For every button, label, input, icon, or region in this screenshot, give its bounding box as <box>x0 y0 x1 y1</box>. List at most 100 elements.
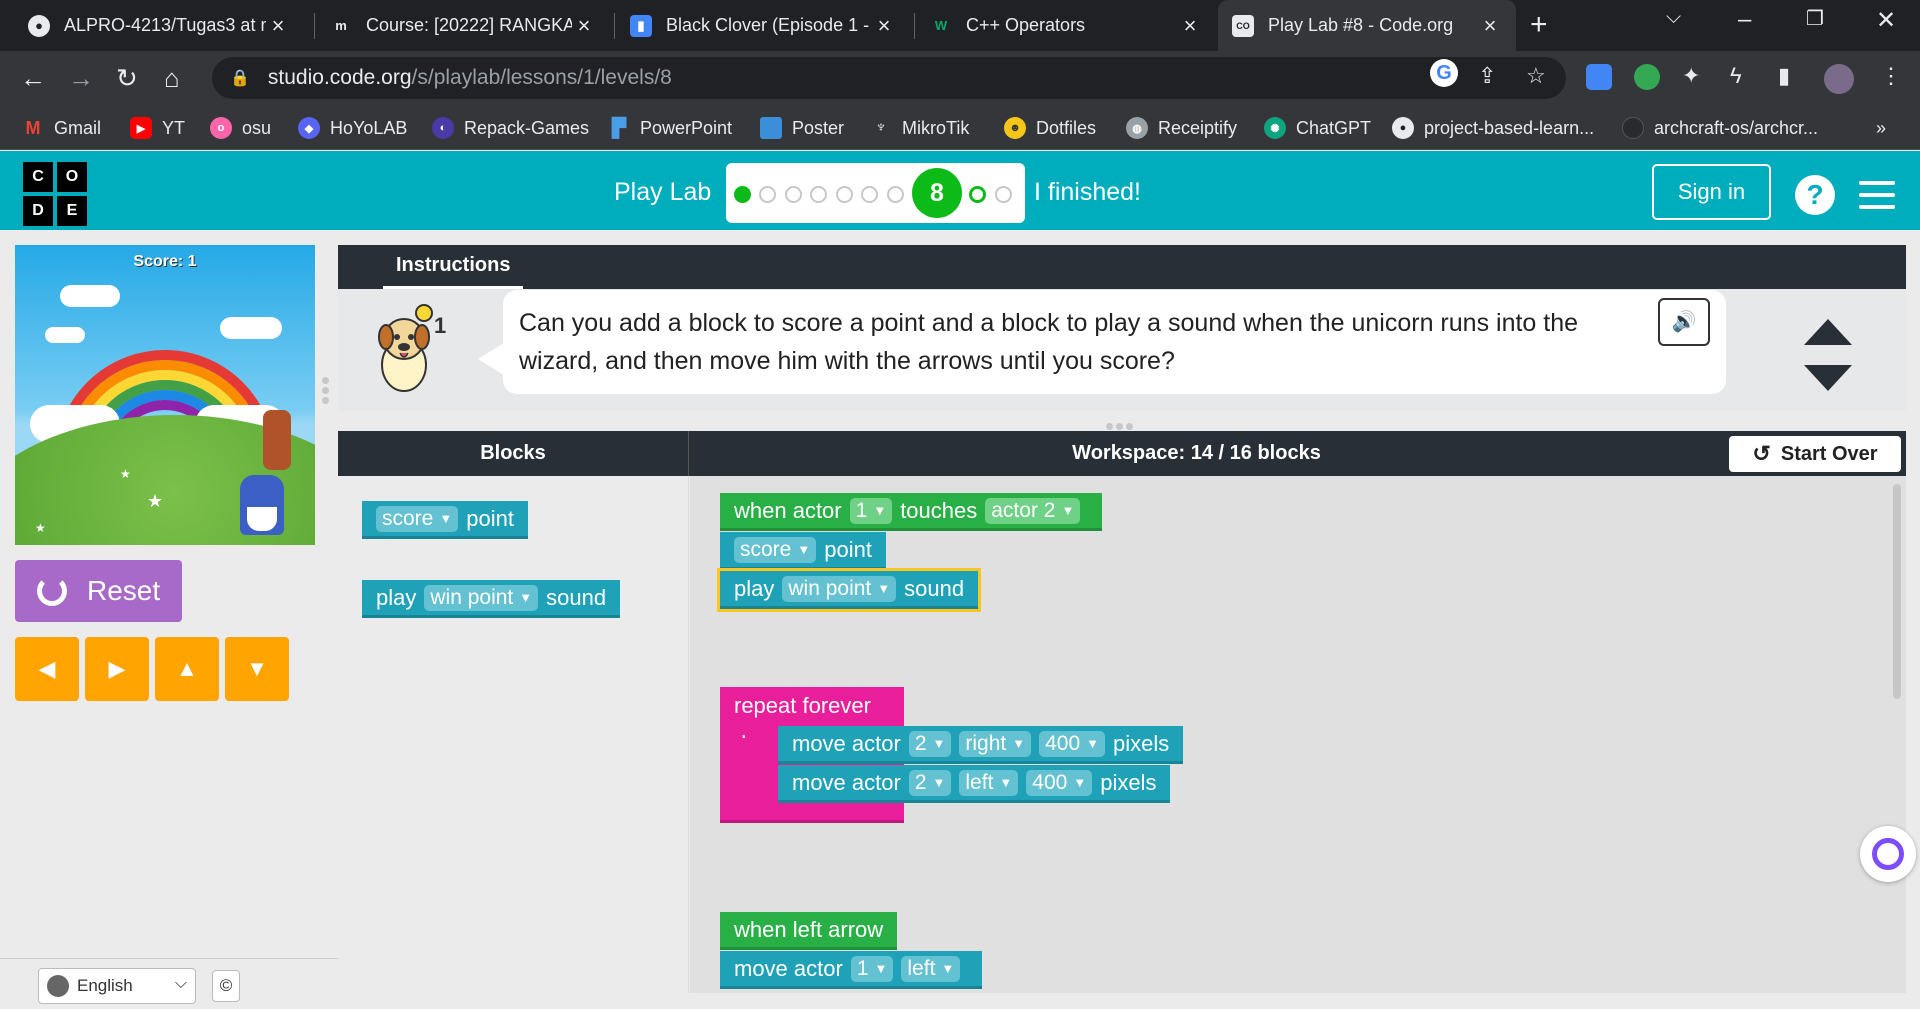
level-dot-6[interactable] <box>861 186 878 203</box>
menu-kebab-icon[interactable]: ⋮ <box>1880 63 1902 89</box>
down-arrow-button[interactable]: ▼ <box>225 637 289 701</box>
puzzle-icon[interactable]: ✦ <box>1682 63 1700 89</box>
bookmark-receiptify[interactable]: ◍ Receiptify <box>1126 114 1237 142</box>
level-dot-9[interactable] <box>969 186 986 203</box>
forward-icon[interactable]: → <box>68 63 94 94</box>
browser-tab[interactable]: W C++ Operators × <box>916 0 1216 51</box>
bookmark-project-based-learning[interactable]: ● project-based-learn... <box>1392 114 1594 142</box>
browser-tab-active[interactable]: CO Play Lab #8 - Code.org × <box>1218 0 1516 51</box>
bookmark-poster[interactable]: Poster <box>760 114 844 142</box>
tab-instructions[interactable]: Instructions <box>383 245 524 289</box>
play-sound-block-selected[interactable]: play win point ▼ sound <box>720 571 979 609</box>
when-left-arrow-block[interactable]: when left arrow <box>720 912 898 950</box>
toolbox-score-block[interactable]: score ▼ point <box>362 501 528 539</box>
sound-dropdown[interactable]: win point ▼ <box>424 584 539 611</box>
bookmark-hoyolab[interactable]: ◆ HoYoLAB <box>298 114 407 142</box>
restore-icon[interactable]: ❐ <box>1806 6 1824 31</box>
bookmark-yt[interactable]: ▶ YT <box>130 114 185 142</box>
direction-dropdown[interactable]: right ▼ <box>959 730 1032 757</box>
score-dropdown[interactable]: score ▼ <box>376 505 459 532</box>
distance-dropdown[interactable]: 400 ▼ <box>1039 730 1106 757</box>
browser-tab[interactable]: ▮ Black Clover (Episode 1 - × <box>616 0 910 51</box>
translate-extension-icon[interactable] <box>1586 64 1612 90</box>
level-dot-4[interactable] <box>810 186 827 203</box>
extension-icon[interactable] <box>1634 64 1660 90</box>
hamburger-menu-icon[interactable] <box>1859 181 1895 209</box>
block-workspace[interactable]: when actor 1 ▼ touches actor 2 ▼ score ▼ po… <box>690 476 1906 993</box>
up-arrow-button[interactable]: ▲ <box>155 637 219 701</box>
bookmark-mikrotik[interactable]: ♆ MikroTik <box>870 114 969 142</box>
new-tab-icon[interactable]: + <box>1530 8 1548 42</box>
bookmark-gmail[interactable]: M Gmail <box>22 114 102 142</box>
close-icon[interactable]: × <box>1478 13 1502 39</box>
codeorg-logo[interactable]: C O D E <box>23 162 87 226</box>
text-to-speech-icon[interactable]: 🔊 <box>1658 298 1710 346</box>
tab-search-icon[interactable]: ⌵ <box>1666 6 1681 29</box>
close-icon[interactable]: × <box>872 13 896 39</box>
lesson-title[interactable]: Play Lab <box>614 178 711 207</box>
reset-button[interactable]: Reset <box>15 560 182 622</box>
level-dot-7[interactable] <box>887 186 904 203</box>
browser-tab[interactable]: ● ALPRO-4213/Tugas3 at m × <box>14 0 304 51</box>
game-stage[interactable]: ★ ★ ★ Score: 1 <box>15 245 315 545</box>
sound-dropdown[interactable]: win point ▼ <box>782 575 897 602</box>
toolbox-play-sound-block[interactable]: play win point ▼ sound <box>362 580 621 618</box>
score-point-block[interactable]: score ▼ point <box>720 532 886 570</box>
right-arrow-button[interactable]: ▶ <box>85 637 149 701</box>
home-icon[interactable]: ⌂ <box>164 63 180 94</box>
close-icon[interactable]: × <box>572 13 596 39</box>
bookmark-powerpoint[interactable]: ▛ PowerPoint <box>608 114 732 142</box>
left-arrow-button[interactable]: ◀ <box>15 637 79 701</box>
level-dot-3[interactable] <box>785 186 802 203</box>
actor-dropdown[interactable]: 2 ▼ <box>908 769 952 796</box>
bookmark-repack-games[interactable]: ◐ Repack-Games <box>432 114 589 142</box>
share-icon[interactable]: ⇪ <box>1478 63 1496 89</box>
google-icon[interactable]: G <box>1430 59 1458 87</box>
level-dot-2[interactable] <box>759 186 776 203</box>
bookmark-archcraft[interactable]: archcraft-os/archcr... <box>1622 114 1818 142</box>
bookmark-dotfiles[interactable]: ☻ Dotfiles <box>1004 114 1096 142</box>
move-actor-left-arrow-block[interactable]: move actor 1 ▼ left ▼ <box>720 951 983 989</box>
bookmark-star-icon[interactable]: ☆ <box>1526 63 1546 89</box>
close-icon[interactable]: × <box>1178 13 1202 39</box>
workspace-scrollbar[interactable] <box>1893 484 1901 699</box>
help-icon[interactable]: ? <box>1795 175 1835 215</box>
other-actor-dropdown[interactable]: actor 2 ▼ <box>985 497 1081 524</box>
assistant-bubble-icon[interactable] <box>1860 826 1916 882</box>
level-dot-10[interactable] <box>995 186 1012 203</box>
url-input[interactable]: 🔒 studio.code.org/s/playlab/lessons/1/le… <box>212 57 1566 99</box>
current-level-badge[interactable]: 8 <box>912 168 962 218</box>
browser-tab[interactable]: m Course: [20222] RANGKAI × <box>316 0 610 51</box>
finished-link[interactable]: I finished! <box>1034 178 1141 207</box>
scroll-down-icon[interactable] <box>1804 365 1852 391</box>
when-actor-touches-block[interactable]: when actor 1 ▼ touches actor 2 ▼ <box>720 493 1103 531</box>
actor-dropdown[interactable]: 1 ▼ <box>850 955 894 982</box>
scroll-up-icon[interactable] <box>1804 319 1852 345</box>
performance-icon[interactable]: ϟ <box>1730 63 1742 89</box>
reload-icon[interactable]: ↻ <box>116 63 138 94</box>
side-panel-icon[interactable]: ▮ <box>1778 63 1790 89</box>
actor-dropdown[interactable]: 2 ▼ <box>908 730 952 757</box>
sign-in-button[interactable]: Sign in <box>1652 164 1771 220</box>
hint-count[interactable]: 1 <box>434 313 446 339</box>
direction-dropdown[interactable]: left ▼ <box>901 955 961 982</box>
direction-dropdown[interactable]: left ▼ <box>959 769 1019 796</box>
distance-dropdown[interactable]: 400 ▼ <box>1026 769 1093 796</box>
actor-dropdown[interactable]: 1 ▼ <box>849 497 893 524</box>
bookmark-osu[interactable]: o osu <box>210 114 271 142</box>
close-window-icon[interactable]: ✕ <box>1876 6 1896 35</box>
close-icon[interactable]: × <box>266 13 290 39</box>
panel-resize-handle[interactable] <box>322 377 330 407</box>
back-icon[interactable]: ← <box>20 63 46 94</box>
start-over-button[interactable]: ↺ Start Over <box>1729 436 1901 472</box>
move-actor-left-block[interactable]: move actor 2 ▼ left ▼ 400 ▼ pixels <box>778 765 1171 803</box>
language-select[interactable]: English ⌵ <box>38 968 196 1004</box>
bookmark-chatgpt[interactable]: ✺ ChatGPT <box>1264 114 1371 142</box>
copyright-button[interactable]: © <box>212 970 240 1002</box>
score-dropdown[interactable]: score ▼ <box>734 536 817 563</box>
minimize-icon[interactable]: – <box>1738 6 1751 34</box>
profile-avatar[interactable] <box>1824 64 1854 94</box>
level-dot-5[interactable] <box>836 186 853 203</box>
move-actor-right-block[interactable]: move actor 2 ▼ right ▼ 400 ▼ pixels <box>778 726 1184 764</box>
level-dot-1[interactable] <box>734 186 751 203</box>
